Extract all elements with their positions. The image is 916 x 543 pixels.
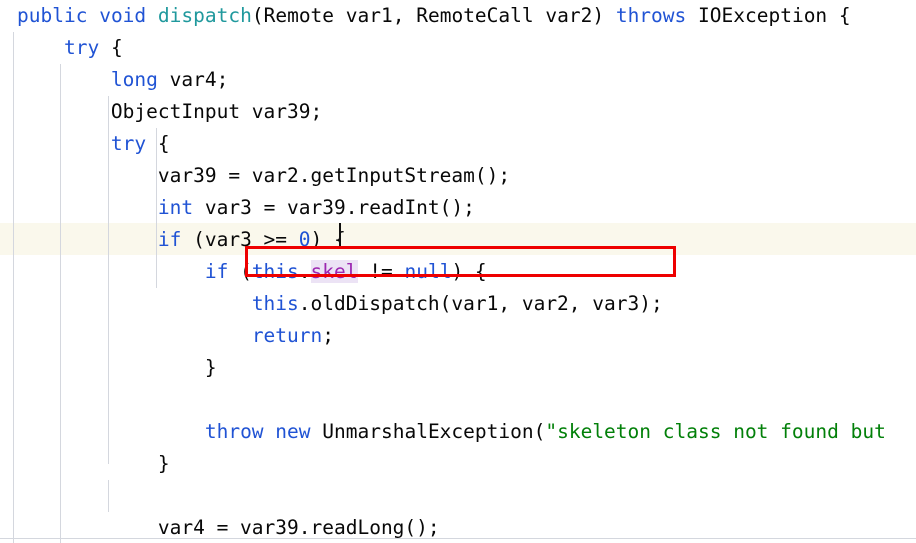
code-token-str: "skeleton class not found but: [545, 420, 886, 443]
code-token-plain: (var3 >=: [181, 228, 299, 251]
code-token-kw: if: [157, 228, 182, 251]
text-caret: [339, 223, 341, 249]
code-token-plain: var39 = var2.getInputStream();: [17, 164, 511, 187]
code-line[interactable]: if (var3 >= 0) {: [0, 224, 916, 256]
code-token-plain: (: [251, 4, 264, 27]
code-token-plain: }: [17, 452, 170, 475]
code-token-plain: var4 = var39.readLong();: [17, 516, 440, 539]
code-token-plain: {: [99, 36, 123, 59]
code-line[interactable]: long var4;: [0, 64, 916, 96]
code-token-plain: ) {: [451, 260, 487, 283]
code-token-kw: null: [404, 260, 452, 283]
code-token-type: ObjectInput: [110, 100, 241, 123]
code-token-plain: }: [17, 356, 217, 379]
code-token-type: RemoteCall: [416, 4, 534, 27]
code-token-plain: (: [228, 260, 252, 283]
code-token-kw: void: [99, 4, 147, 27]
code-token-kw: long: [110, 68, 158, 91]
code-token-plain: .: [298, 260, 311, 283]
code-line[interactable]: ObjectInput var39;: [0, 96, 916, 128]
code-line[interactable]: throw new UnmarshalException("skeleton c…: [0, 416, 916, 448]
code-token-plain: ;: [322, 324, 335, 347]
code-token-kw: try: [110, 132, 147, 155]
bottom-separator: [0, 538, 916, 539]
code-token-plain: var2): [533, 4, 616, 27]
code-token-plain: {: [146, 132, 170, 155]
code-line[interactable]: [0, 384, 916, 416]
code-token-plain: var3 = var39.readInt();: [193, 196, 475, 219]
code-line[interactable]: var39 = var2.getInputStream();: [0, 160, 916, 192]
code-editor-viewport[interactable]: public void dispatch(Remote var1, Remote…: [0, 0, 916, 543]
code-token-plain: var1,: [334, 4, 417, 27]
code-token-type: IOException: [698, 4, 828, 27]
code-token-type: UnmarshalException: [322, 420, 534, 443]
code-token-kw: throw: [204, 420, 264, 443]
code-token-plain: .oldDispatch(var1, var2, var3);: [298, 292, 663, 315]
code-token-type: Remote: [263, 4, 335, 27]
code-token-plain: var4;: [157, 68, 229, 91]
code-token-kw: try: [63, 36, 100, 59]
code-line[interactable]: this.oldDispatch(var1, var2, var3);: [0, 288, 916, 320]
code-token-kw: throws: [615, 4, 687, 27]
code-line[interactable]: try {: [0, 128, 916, 160]
code-token-kw: int: [157, 196, 194, 219]
code-token-kw: new: [275, 420, 311, 443]
code-line[interactable]: [0, 480, 916, 512]
code-token-kw: if: [204, 260, 229, 283]
code-token-plain: (: [533, 420, 546, 443]
code-line[interactable]: if (this.skel != null) {: [0, 256, 916, 288]
code-token-kw: this: [251, 292, 299, 315]
code-token-plain: !=: [357, 260, 405, 283]
code-token-num: 0: [298, 228, 311, 251]
code-token-plain: {: [827, 4, 851, 27]
code-token-kw: public: [17, 4, 88, 27]
code-token-plain: var39;: [240, 100, 323, 123]
code-line[interactable]: return;: [0, 320, 916, 352]
code-token-kw: return: [251, 324, 323, 347]
code-line[interactable]: }: [0, 352, 916, 384]
code-token-field: skel: [310, 260, 358, 283]
code-line[interactable]: int var3 = var39.readInt();: [0, 192, 916, 224]
code-token-kw: this: [251, 260, 299, 283]
code-token-method: dispatch: [157, 4, 252, 27]
code-line[interactable]: }: [0, 448, 916, 480]
code-line[interactable]: public void dispatch(Remote var1, Remote…: [0, 0, 916, 32]
code-line[interactable]: try {: [0, 32, 916, 64]
code-text-layer[interactable]: public void dispatch(Remote var1, Remote…: [0, 0, 916, 543]
